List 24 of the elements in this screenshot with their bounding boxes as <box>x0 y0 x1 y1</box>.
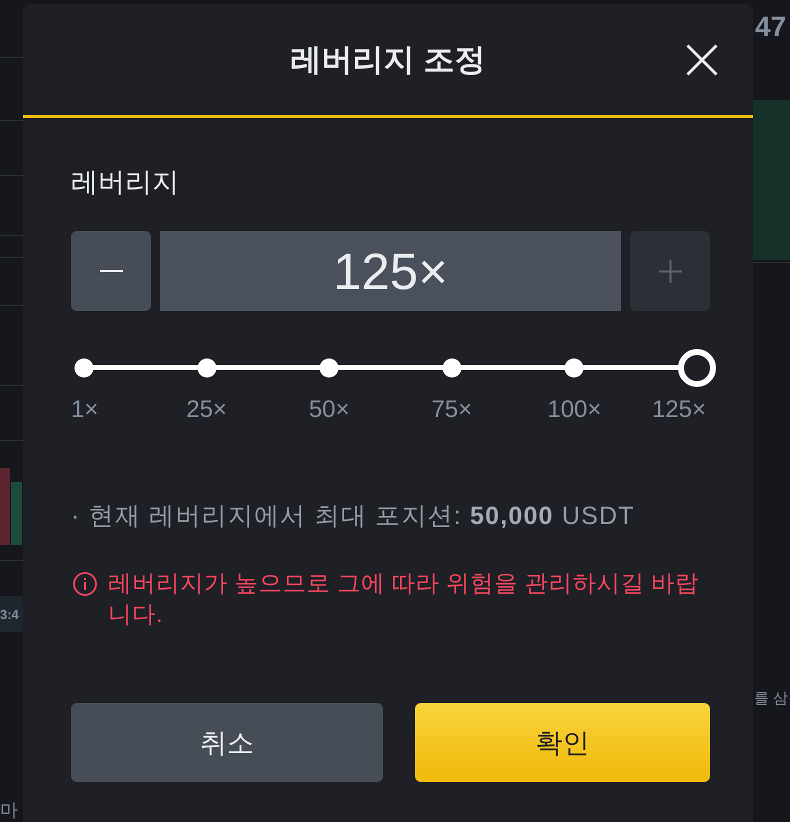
slider-mark-label: 50× <box>308 395 350 425</box>
confirm-button[interactable]: 확인 <box>415 703 710 782</box>
close-icon <box>686 44 718 76</box>
cancel-button[interactable]: 취소 <box>71 703 383 782</box>
chart-label: 를 삼 <box>754 690 788 708</box>
minus-icon <box>100 270 122 272</box>
chart-label: 47 <box>755 10 786 44</box>
dialog-title: 레버리지 조정 <box>290 40 486 78</box>
chart-label: 마 <box>0 800 18 822</box>
chart-label: 3:4 <box>0 607 19 623</box>
slider-mark-label: 125× <box>652 395 706 425</box>
plus-icon <box>658 260 682 282</box>
field-label: 레버리지 <box>71 166 180 199</box>
slider-mark-label: 100× <box>547 395 602 425</box>
slider-mark-label: 1× <box>71 395 98 425</box>
slider-mark-label: 25× <box>186 395 227 425</box>
leverage-input[interactable]: 125× <box>160 231 621 311</box>
max-position-text: · 현재 레버리지에서 최대 포지션: 50,000 USDT <box>71 501 636 532</box>
slider-thumb[interactable] <box>678 348 716 386</box>
close-button[interactable] <box>685 42 719 76</box>
info-icon <box>73 572 97 596</box>
warning-text: 레버리지가 높으므로 그에 따라 위험을 관리하시길 바랍니다. <box>108 569 700 629</box>
slider-mark-label: 75× <box>431 395 472 425</box>
slider-dot-icon[interactable] <box>74 358 94 377</box>
